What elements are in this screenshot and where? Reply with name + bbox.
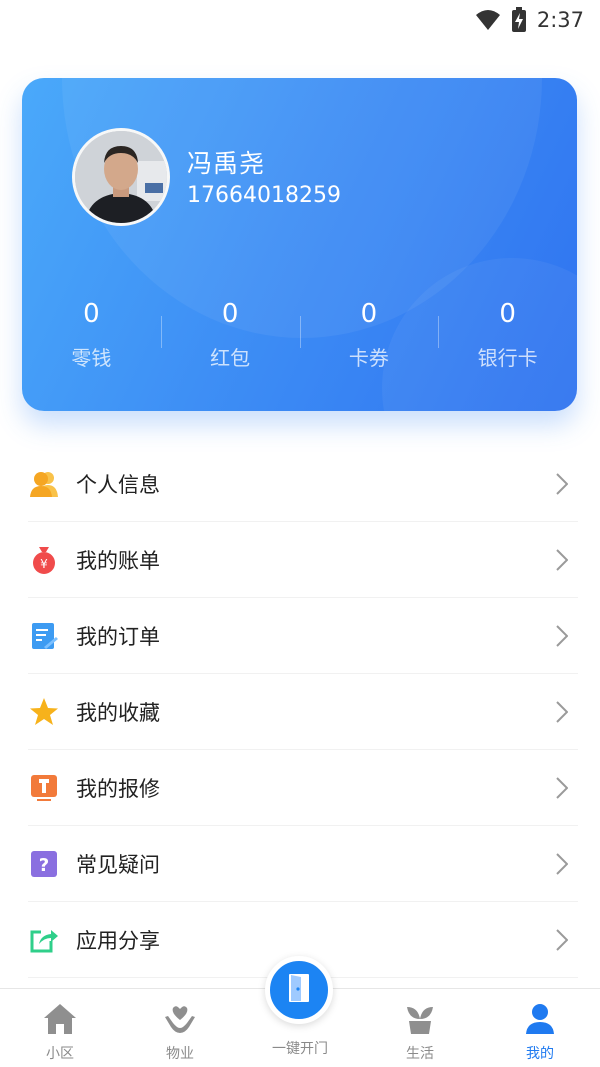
- user-phone: 17664018259: [187, 183, 341, 208]
- menu-item-my-bills[interactable]: ¥ 我的账单: [0, 522, 600, 598]
- stat-label: 卡券: [348, 346, 389, 370]
- svg-text:¥: ¥: [40, 557, 48, 571]
- repair-icon: [28, 772, 60, 804]
- chevron-right-icon: [544, 549, 580, 571]
- stat-label: 银行卡: [477, 346, 538, 370]
- stat-label: 红包: [210, 346, 251, 370]
- app-screen: 2:37 冯禹尧 17664018259 0 零钱 0 红包 0 卡券 0 银行…: [0, 0, 600, 1067]
- menu-item-favorites[interactable]: 我的收藏: [0, 674, 600, 750]
- stat-value: 0: [499, 299, 516, 329]
- heart-hand-icon: [162, 1001, 198, 1037]
- menu-item-personal-info[interactable]: 个人信息: [0, 446, 600, 522]
- menu-item-label: 我的账单: [76, 549, 160, 573]
- tab-label: 小区: [46, 1046, 74, 1062]
- menu-item-label: 常见疑问: [76, 853, 160, 877]
- stat-bank-card[interactable]: 0 银行卡: [438, 294, 577, 384]
- avatar[interactable]: [72, 128, 170, 226]
- tab-label: 生活: [406, 1046, 434, 1062]
- menu-item-repairs[interactable]: 我的报修: [0, 750, 600, 826]
- menu-item-faq[interactable]: ? 常见疑问: [0, 826, 600, 902]
- stat-label: 零钱: [71, 346, 112, 370]
- tab-mine[interactable]: 我的: [480, 989, 600, 1067]
- chevron-right-icon: [544, 625, 580, 647]
- chevron-right-icon: [544, 853, 580, 875]
- stat-coupons[interactable]: 0 卡券: [299, 294, 439, 384]
- menu-item-label: 个人信息: [76, 473, 160, 497]
- open-door-button[interactable]: [265, 956, 333, 1024]
- menu-item-label: 应用分享: [76, 929, 160, 953]
- menu-item-my-orders[interactable]: 我的订单: [0, 598, 600, 674]
- chevron-right-icon: [544, 473, 580, 495]
- wallet-stats: 0 零钱 0 红包 0 卡券 0 银行卡: [22, 294, 577, 384]
- chevron-right-icon: [544, 701, 580, 723]
- money-bag-icon: ¥: [28, 544, 60, 576]
- open-door-label-wrap: 一键开门: [240, 1038, 360, 1058]
- plant-icon: [402, 1001, 438, 1037]
- svg-text:?: ?: [39, 855, 49, 876]
- menu-item-label: 我的收藏: [76, 701, 160, 725]
- stat-value: 0: [360, 299, 378, 329]
- question-icon: ?: [28, 848, 60, 880]
- home-icon: [42, 1001, 78, 1037]
- person-icon: [28, 468, 60, 500]
- settings-menu: 个人信息 ¥ 我的账单 我的订单 我的收藏 我的报修 ? 常见疑问 应用分享: [0, 446, 600, 978]
- status-time: 2:37: [536, 8, 584, 32]
- tab-community[interactable]: 小区: [0, 989, 120, 1067]
- share-icon: [28, 924, 60, 956]
- stat-change[interactable]: 0 零钱: [22, 294, 161, 384]
- user-icon: [522, 1001, 558, 1037]
- door-icon: [286, 972, 312, 1008]
- profile-card[interactable]: 冯禹尧 17664018259 0 零钱 0 红包 0 卡券 0 银行卡: [22, 78, 577, 411]
- chevron-right-icon: [544, 929, 580, 951]
- tab-label: 一键开门: [272, 1041, 328, 1057]
- tab-property[interactable]: 物业: [120, 989, 240, 1067]
- battery-icon: [511, 7, 527, 33]
- star-icon: [28, 696, 60, 728]
- chevron-right-icon: [544, 777, 580, 799]
- tab-life[interactable]: 生活: [360, 989, 480, 1067]
- stat-red-packet[interactable]: 0 红包: [160, 294, 300, 384]
- stat-value: 0: [83, 299, 100, 329]
- tab-label: 我的: [526, 1046, 554, 1062]
- menu-item-label: 我的报修: [76, 777, 160, 801]
- stat-value: 0: [221, 299, 239, 329]
- wifi-icon: [475, 9, 501, 31]
- tab-label: 物业: [166, 1046, 194, 1062]
- menu-item-label: 我的订单: [76, 625, 160, 649]
- user-name: 冯禹尧: [187, 149, 266, 178]
- status-bar: 2:37: [0, 0, 600, 40]
- order-icon: [28, 620, 60, 652]
